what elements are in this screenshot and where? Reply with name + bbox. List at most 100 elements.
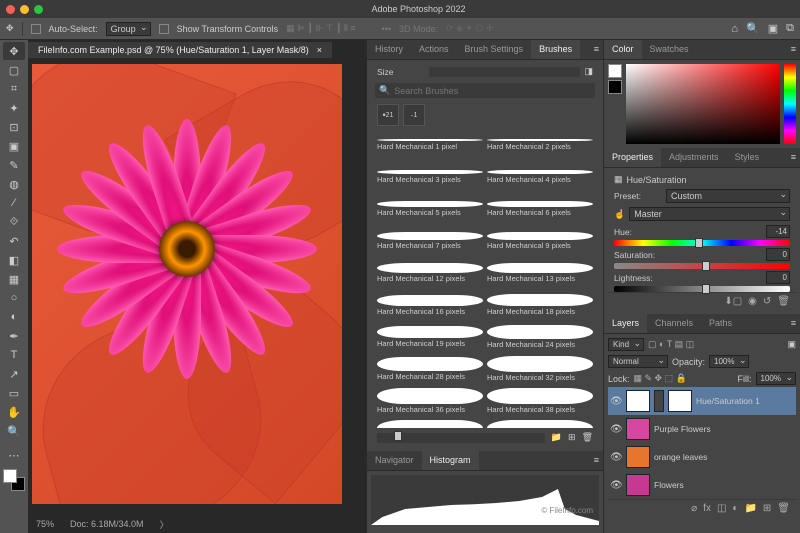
tab-brushes[interactable]: Brushes: [531, 40, 580, 59]
brush-scroll[interactable]: [377, 433, 545, 443]
brush-item[interactable]: Hard Mechanical 16 pixels: [375, 290, 485, 322]
brush-search-input[interactable]: [394, 86, 591, 96]
brush-item[interactable]: Hard Mechanical 48 pixels: [375, 418, 485, 428]
share-icon[interactable]: ⧉: [786, 22, 794, 35]
filter-toggle[interactable]: ▣: [787, 339, 796, 350]
tab-styles[interactable]: Styles: [727, 148, 768, 167]
pen-tool[interactable]: ✒: [3, 327, 25, 345]
window-minimize-button[interactable]: [20, 5, 29, 14]
reset-icon[interactable]: ↺: [763, 296, 771, 307]
tab-adjustments[interactable]: Adjustments: [661, 148, 727, 167]
auto-select-checkbox[interactable]: [31, 24, 41, 34]
preset-dropdown[interactable]: Custom: [666, 189, 790, 203]
crop-tool[interactable]: ⊡: [3, 118, 25, 136]
path-tool[interactable]: ↗: [3, 365, 25, 383]
delete-icon[interactable]: 🗑: [777, 296, 790, 307]
frame-tool[interactable]: ▣: [3, 137, 25, 155]
eyedropper-tool[interactable]: ✎: [3, 156, 25, 174]
layer-mask-icon[interactable]: ◫: [717, 503, 726, 514]
visibility-icon[interactable]: 👁: [610, 480, 622, 491]
lightness-value[interactable]: 0: [766, 271, 790, 284]
tab-layers[interactable]: Layers: [604, 314, 647, 333]
hue-value[interactable]: -14: [766, 225, 790, 238]
shape-tool[interactable]: ▭: [3, 384, 25, 402]
dodge-tool[interactable]: ◐: [3, 308, 25, 326]
tab-navigator[interactable]: Navigator: [367, 451, 422, 470]
brush-list[interactable]: Hard Mechanical 1 pixelHard Mechanical 2…: [371, 128, 599, 428]
view-previous-icon[interactable]: ◉: [748, 296, 757, 307]
close-tab-icon[interactable]: ×: [317, 45, 322, 55]
auto-select-mode-dropdown[interactable]: Group: [106, 22, 151, 36]
marquee-tool[interactable]: ▢: [3, 61, 25, 79]
heal-tool[interactable]: ◍: [3, 175, 25, 193]
window-maximize-button[interactable]: [34, 5, 43, 14]
panel-menu-icon[interactable]: ≡: [590, 451, 603, 470]
color-swatches[interactable]: [3, 469, 25, 491]
window-close-button[interactable]: [6, 5, 15, 14]
layer-filter-kind[interactable]: Kind: [608, 338, 644, 351]
tab-properties[interactable]: Properties: [604, 148, 661, 167]
wand-tool[interactable]: ✦: [3, 99, 25, 117]
visibility-icon[interactable]: 👁: [610, 452, 622, 463]
foreground-color[interactable]: [3, 469, 17, 483]
tab-channels[interactable]: Channels: [647, 314, 701, 333]
blend-mode-dropdown[interactable]: Normal: [608, 355, 668, 368]
brush-preview-icon[interactable]: ◨: [584, 66, 593, 77]
delete-brush-icon[interactable]: 🗑: [582, 432, 593, 443]
brush-item[interactable]: Hard Mechanical 4 pixels: [485, 162, 595, 194]
layer-row[interactable]: 👁Purple Flowers: [608, 415, 796, 443]
brush-tool[interactable]: ⁄: [3, 194, 25, 212]
layer-fx-icon[interactable]: fx: [703, 503, 711, 514]
color-picker[interactable]: [604, 60, 800, 148]
tab-history[interactable]: History: [367, 40, 411, 59]
tab-swatches[interactable]: Swatches: [642, 40, 697, 59]
brush-item[interactable]: Hard Mechanical 3 pixels: [375, 162, 485, 194]
channel-dropdown[interactable]: Master: [629, 207, 790, 221]
brush-item[interactable]: Hard Mechanical 38 pixels: [485, 386, 595, 418]
tab-actions[interactable]: Actions: [411, 40, 457, 59]
brush-item[interactable]: Hard Mechanical 32 pixels: [485, 354, 595, 386]
layer-row[interactable]: 👁orange leaves: [608, 443, 796, 471]
panel-menu-icon[interactable]: ≡: [787, 148, 800, 167]
edit-toolbar[interactable]: ⋯: [3, 446, 25, 464]
doc-size[interactable]: Doc: 6.18M/34.0M: [70, 519, 144, 529]
visibility-icon[interactable]: 👁: [610, 396, 622, 407]
hand-tool[interactable]: ✋: [3, 403, 25, 421]
visibility-icon[interactable]: 👁: [610, 424, 622, 435]
stamp-tool[interactable]: ⟐: [3, 213, 25, 231]
eraser-tool[interactable]: ◧: [3, 251, 25, 269]
bg-swatch[interactable]: [608, 80, 622, 94]
brush-item[interactable]: Hard Mechanical 13 pixels: [485, 258, 595, 290]
size-slider[interactable]: [429, 67, 580, 77]
layer-row[interactable]: 👁Hue/Saturation 1: [608, 387, 796, 415]
workspace-icon[interactable]: ▣: [768, 22, 778, 35]
document-tab[interactable]: FileInfo.com Example.psd @ 75% (Hue/Satu…: [28, 42, 332, 58]
brush-item[interactable]: Hard Mechanical 5 pixels: [375, 194, 485, 226]
fg-swatch[interactable]: [608, 64, 622, 78]
brush-item[interactable]: Hard Mechanical 6 pixels: [485, 194, 595, 226]
zoom-tool[interactable]: 🔍: [3, 422, 25, 440]
finger-icon[interactable]: ☝: [614, 209, 625, 220]
brush-item[interactable]: Hard Mechanical 7 pixels: [375, 226, 485, 258]
transform-controls-checkbox[interactable]: [159, 24, 169, 34]
group-icon[interactable]: 📁: [744, 503, 756, 514]
brush-item[interactable]: Hard Mechanical 12 pixels: [375, 258, 485, 290]
brush-item[interactable]: Hard Mechanical 19 pixels: [375, 322, 485, 354]
lightness-slider[interactable]: [614, 286, 790, 292]
brush-item[interactable]: Hard Mechanical 2 pixels: [485, 130, 595, 162]
lasso-tool[interactable]: ⌗: [3, 80, 25, 98]
brush-item[interactable]: Hard Mechanical 28 pixels: [375, 354, 485, 386]
brush-item[interactable]: Hard Mechanical 9 pixels: [485, 226, 595, 258]
color-field[interactable]: [626, 64, 780, 144]
folder-icon[interactable]: 📁: [551, 432, 562, 443]
hue-strip[interactable]: [784, 64, 796, 144]
panel-menu-icon[interactable]: ≡: [787, 40, 800, 59]
tab-color[interactable]: Color: [604, 40, 642, 59]
type-tool[interactable]: T: [3, 346, 25, 364]
new-layer-icon[interactable]: ⊞: [763, 503, 771, 514]
blur-tool[interactable]: ○: [3, 289, 25, 307]
home-icon[interactable]: ⌂: [731, 23, 738, 35]
brush-item[interactable]: Hard Mechanical 18 pixels: [485, 290, 595, 322]
delete-layer-icon[interactable]: 🗑: [777, 503, 790, 514]
tab-paths[interactable]: Paths: [701, 314, 740, 333]
